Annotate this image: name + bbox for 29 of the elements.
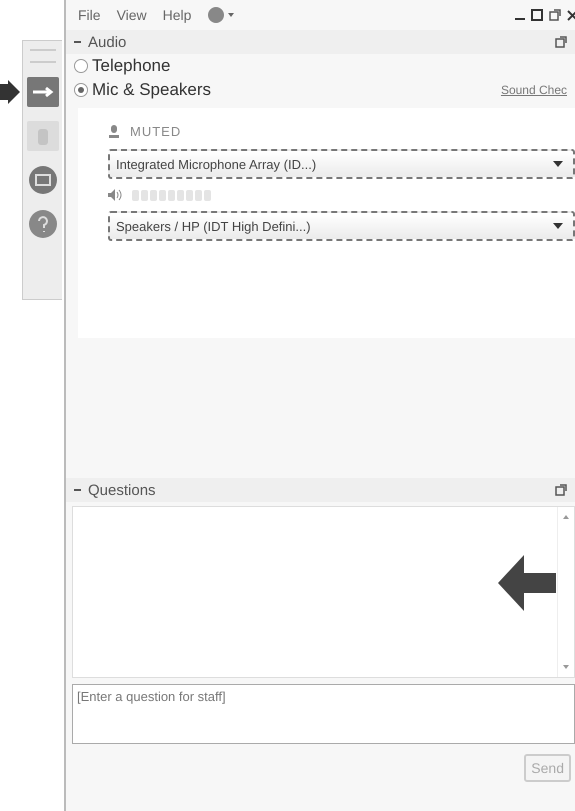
close-icon[interactable] <box>567 9 575 21</box>
radio-label[interactable]: Telephone <box>92 56 170 76</box>
question-toolbar-icon[interactable] <box>28 209 58 239</box>
menu-item[interactable]: View <box>116 7 147 23</box>
mic-status-label: MUTED <box>130 124 182 139</box>
pop-out-icon[interactable] <box>549 9 561 21</box>
radio-button[interactable] <box>74 83 88 97</box>
caret-icon <box>553 160 563 168</box>
speakers-dropdown[interactable]: Speakers / HP (IDT High Defini...) <box>108 211 575 241</box>
globe-menu-button[interactable] <box>207 6 236 24</box>
panel-title: Audio <box>88 34 126 50</box>
screen-toolbar-icon[interactable] <box>28 165 58 195</box>
pop-out-icon[interactable] <box>555 36 567 48</box>
menu-item[interactable]: Help <box>162 7 192 23</box>
menu-item[interactable]: File <box>78 7 101 23</box>
maximize-icon[interactable] <box>531 9 543 21</box>
radio-label[interactable]: Mic & Speakers <box>92 80 212 100</box>
pointer-arrow-icon <box>0 80 20 104</box>
microphone-dropdown[interactable]: Integrated Microphone Array (ID...) <box>108 149 575 179</box>
pointer-arrow-icon <box>498 555 556 611</box>
microphone-icon <box>108 124 120 138</box>
panel-title: Questions <box>88 482 156 498</box>
radio-button[interactable] <box>74 59 88 73</box>
speaker-icon <box>108 189 122 201</box>
sound-check-link[interactable]: Sound Chec <box>500 83 567 97</box>
question-input-field[interactable]: [Enter a question for staff] <box>72 684 575 744</box>
grip-handle[interactable] <box>30 49 56 63</box>
caret-icon <box>553 222 563 230</box>
pop-out-icon[interactable] <box>555 484 567 496</box>
